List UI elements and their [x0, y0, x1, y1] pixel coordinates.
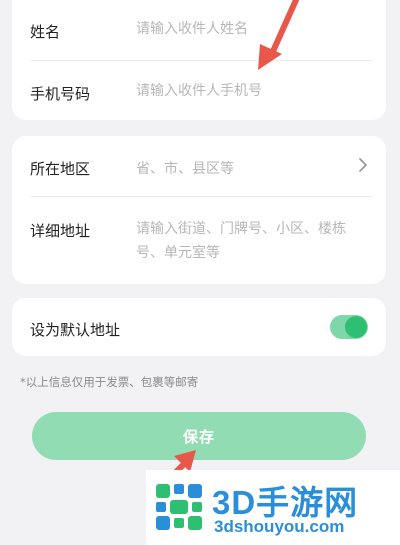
- info-note: *以上信息仅用于发票、包裹等邮寄: [20, 375, 199, 389]
- region-selector[interactable]: 省、市、县区等: [136, 158, 370, 178]
- phone-row: 手机号码: [12, 61, 386, 120]
- region-label: 所在地区: [30, 160, 91, 178]
- detail-address-input[interactable]: [136, 217, 370, 269]
- watermark-url: 3dshouyou.com: [214, 517, 345, 536]
- watermark: 3D手游网 3dshouyou.com: [146, 470, 400, 545]
- toggle-knob[interactable]: [345, 316, 367, 338]
- name-row: 姓名: [12, 0, 386, 60]
- name-label: 姓名: [30, 23, 61, 41]
- name-input[interactable]: [136, 21, 370, 37]
- default-address-card: 设为默认地址: [12, 298, 386, 356]
- region-row[interactable]: 所在地区 省、市、县区等: [12, 136, 386, 196]
- detail-label: 详细地址: [30, 222, 91, 240]
- phone-label: 手机号码: [30, 85, 91, 103]
- watermark-logo-icon: [152, 480, 206, 534]
- default-address-toggle[interactable]: [330, 315, 368, 339]
- default-address-label: 设为默认地址: [30, 321, 121, 339]
- save-button[interactable]: 保存: [32, 412, 366, 460]
- phone-input[interactable]: [136, 83, 370, 99]
- contact-card: 姓名 手机号码: [12, 0, 386, 120]
- chevron-right-icon[interactable]: [354, 156, 372, 174]
- address-card: 所在地区 省、市、县区等 详细地址: [12, 136, 386, 284]
- detail-row: 详细地址: [12, 197, 386, 284]
